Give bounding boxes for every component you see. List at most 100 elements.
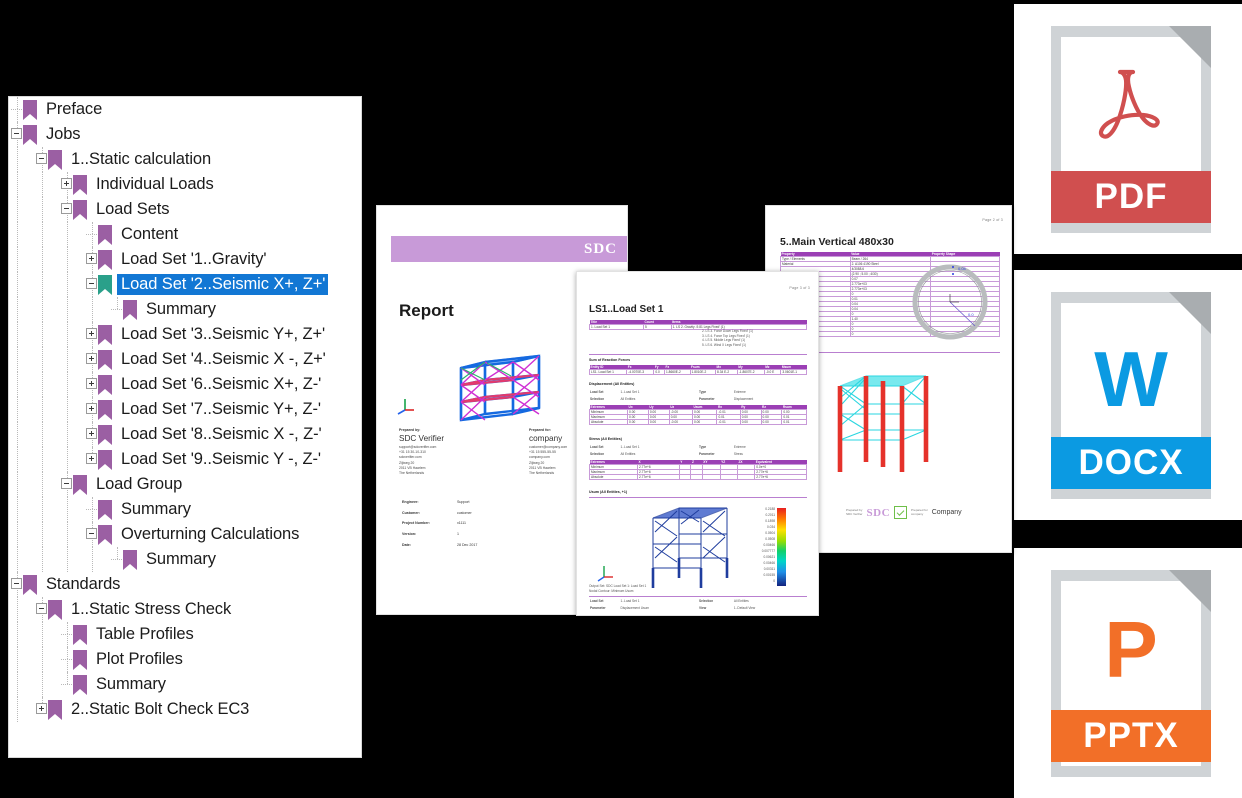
tree-guide-line (42, 547, 43, 572)
tree-node[interactable]: Jobs (9, 122, 361, 147)
table-row: Absolute 0.00 0.00 -0.00 0.00 -0.01 0.00 0.00 0.… (588, 419, 807, 425)
tree-node[interactable]: Table Profiles (9, 622, 361, 647)
tree-node[interactable]: Load Set '1..Gravity' (9, 247, 361, 272)
table-cell: 0.00 (739, 419, 762, 425)
collapse-icon[interactable] (36, 603, 47, 614)
report-meta-table: Engineer: Support Customer: customer Project… (399, 496, 480, 551)
loadset-items-list: 2. LS 3. Force Down Legs Fixed' (1) 3. LS… (702, 329, 753, 347)
prepared-for-name: company (529, 434, 563, 444)
prepared-for-heading: Prepared for: (529, 428, 551, 432)
expand-icon[interactable] (86, 428, 97, 439)
tree-node[interactable]: Load Set '7..Seismic Y+, Z-' (9, 397, 361, 422)
tree-guide-line (42, 322, 43, 347)
tree-guide-line (67, 422, 68, 447)
bookmark-icon (98, 249, 112, 270)
expand-icon[interactable] (86, 328, 97, 339)
file-icon-pdf[interactable]: PDF (1014, 4, 1242, 254)
collapse-icon[interactable] (86, 278, 97, 289)
tree-guide-line (42, 247, 43, 272)
document-page-loadset[interactable]: Page 3 of 3 LS1..Load Set 1 Title Count It… (576, 271, 819, 616)
tree-node[interactable]: Load Group (9, 472, 361, 497)
expand-icon[interactable] (86, 453, 97, 464)
loadset-divider-3 (589, 596, 807, 597)
tree-node[interactable]: Summary (9, 672, 361, 697)
table-row: Absolute 2.77e+6 2.77e+6 (589, 474, 807, 480)
tree-guide-line (17, 347, 18, 372)
tree-node[interactable]: 1..Static calculation (9, 147, 361, 172)
collapse-icon[interactable] (86, 528, 97, 539)
tree-guide-line (17, 672, 18, 697)
document-preview-stack: SDC Report Prepared by: SDC Verifier sup… (376, 205, 1012, 616)
tree-guide-line (42, 522, 43, 547)
displacement-table: Extremes Ux Uy Uz Usum Rx Ry Rz Rsum Minimum 0.00 0… (588, 405, 807, 425)
contour-color-legend (777, 508, 786, 586)
expand-icon[interactable] (86, 353, 97, 364)
table-cell (736, 474, 756, 480)
expand-icon[interactable] (86, 403, 97, 414)
tree-node[interactable]: 1..Static Stress Check (9, 597, 361, 622)
expand-icon[interactable] (86, 253, 97, 264)
tree-guide-line (17, 172, 18, 197)
tree-node[interactable]: Summary (9, 297, 361, 322)
tree-guide-line (17, 447, 18, 472)
tree-node-label: 2..Static Bolt Check EC3 (71, 699, 250, 718)
tree-guide-line (67, 634, 68, 647)
prepared-for-lines: customer@company.com +31 15 555-55-55 comp… (529, 445, 568, 475)
collapse-icon[interactable] (61, 478, 72, 489)
svg-text:0.0: 0.0 (968, 312, 974, 317)
tree-node[interactable]: Overturning Calculations (9, 522, 361, 547)
tree-guide-line (42, 622, 43, 647)
tree-node[interactable]: Load Set '9..Seismic Y -, Z-' (9, 447, 361, 472)
tree-node[interactable]: Plot Profiles (9, 647, 361, 672)
collapse-icon[interactable] (11, 578, 22, 589)
tree-node[interactable]: Load Set '8..Seismic X -, Z-' (9, 422, 361, 447)
tree-guide-line (42, 497, 43, 522)
profile-page-footer: Prepared by SDC Verifier SDC Prepared for… (846, 506, 962, 519)
tree-guide-line (17, 272, 18, 297)
tree-node[interactable]: Summary (9, 547, 361, 572)
tree-guide-line (67, 397, 68, 422)
tree-node-label: Overturning Calculations (121, 524, 300, 543)
tree-node[interactable]: Load Set '4..Seismic X -, Z+' (9, 347, 361, 372)
file-icon-docx[interactable]: W DOCX (1014, 270, 1242, 520)
tree-node-label: Load Set '3..Seismic Y+, Z+' (121, 324, 326, 343)
collapse-icon[interactable] (61, 203, 72, 214)
tree-node[interactable]: Load Set '2..Seismic X+, Z+' (9, 272, 361, 297)
bookmark-icon-teal (98, 274, 112, 295)
meta-key: Project Number: (402, 521, 430, 526)
report-tree-panel[interactable]: Preface Jobs 1..Static calculation Individu… (8, 96, 362, 758)
table-cell: 2.77e+6 (754, 474, 807, 480)
file-icon-pptx[interactable]: P PPTX (1014, 548, 1242, 798)
tree-node[interactable]: 2..Static Bolt Check EC3 (9, 697, 361, 722)
tree-node[interactable]: Summary (9, 497, 361, 522)
expand-icon[interactable] (36, 703, 47, 714)
pdf-sheet: PDF (1051, 26, 1211, 233)
tree-node[interactable]: Standards (9, 572, 361, 597)
bookmark-icon (98, 374, 112, 395)
tree-connector (111, 309, 122, 310)
powerpoint-p-icon: P (1104, 605, 1158, 694)
expand-icon[interactable] (86, 378, 97, 389)
tree-node[interactable]: Load Set '6..Seismic X+, Z-' (9, 372, 361, 397)
collapse-icon[interactable] (11, 128, 22, 139)
tree-guide-line (42, 297, 43, 322)
collapse-icon[interactable] (36, 153, 47, 164)
docx-label-band: DOCX (1051, 437, 1211, 489)
tree-node[interactable]: Content (9, 222, 361, 247)
tree-guide-line (67, 622, 68, 634)
bookmark-icon (73, 674, 87, 695)
tree-node-list[interactable]: Preface Jobs 1..Static calculation Individu… (9, 97, 361, 722)
tree-node[interactable]: Load Sets (9, 197, 361, 222)
tree-node[interactable]: Preface (9, 97, 361, 122)
contour-axis-triad-icon (597, 566, 613, 582)
tree-node[interactable]: Load Set '3..Seismic Y+, Z+' (9, 322, 361, 347)
prepared-for-block: Prepared for: company customer@company.c… (529, 428, 567, 476)
tree-guide-line (42, 222, 43, 247)
bookmark-icon (98, 449, 112, 470)
tree-guide-line (17, 197, 18, 222)
expand-icon[interactable] (61, 178, 72, 189)
tree-node-label: Load Set '9..Seismic Y -, Z-' (121, 449, 321, 468)
tree-guide-line (67, 547, 68, 572)
tree-node[interactable]: Individual Loads (9, 172, 361, 197)
frame-model-image (459, 354, 541, 422)
